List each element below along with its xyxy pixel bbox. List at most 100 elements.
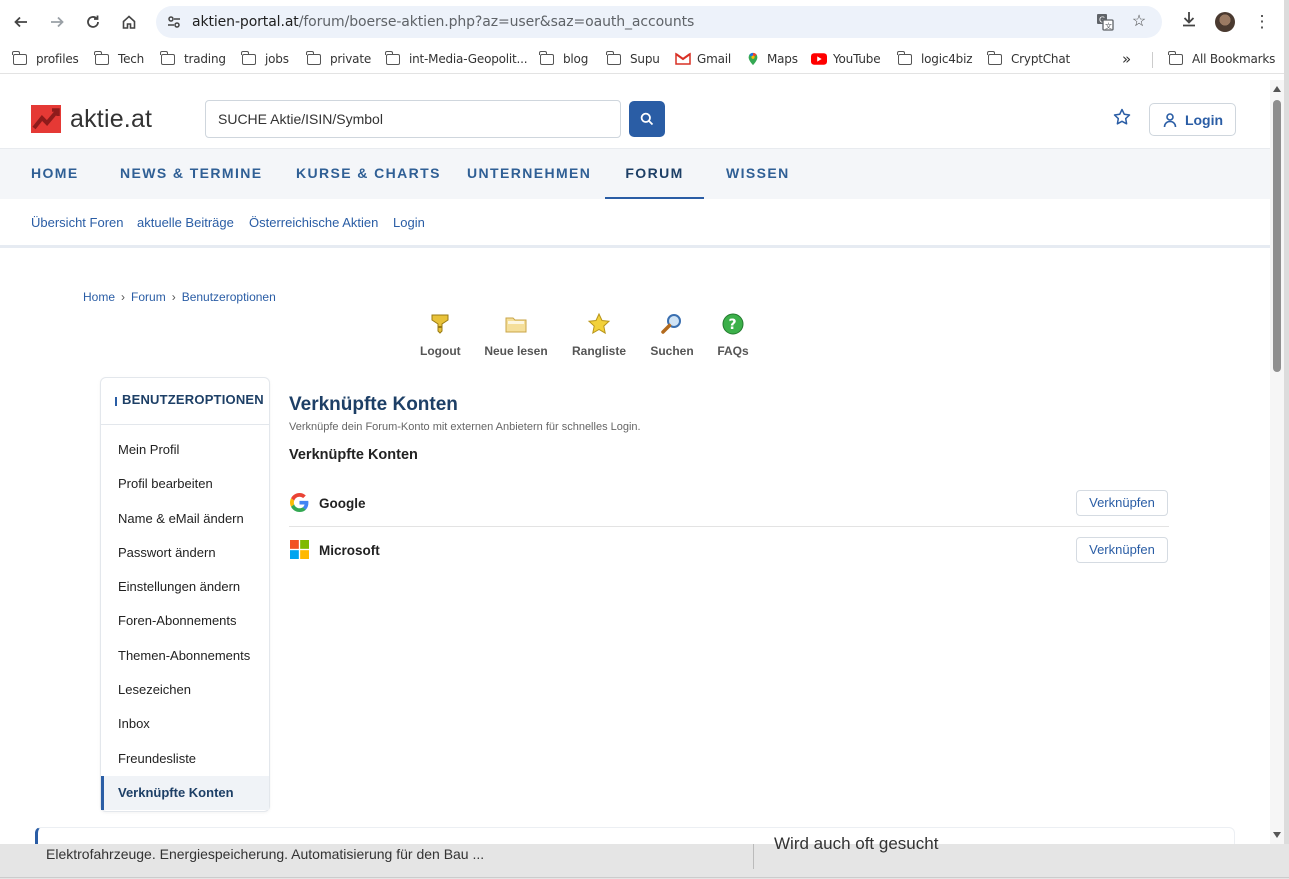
faqs-tool[interactable]: ? FAQs bbox=[716, 312, 750, 358]
login-button[interactable]: Login bbox=[1149, 103, 1236, 136]
profile-avatar[interactable] bbox=[1215, 12, 1235, 32]
provider-name: Google bbox=[319, 496, 366, 511]
provider-row-microsoft: Microsoft Verknüpfen bbox=[289, 527, 1169, 574]
breadcrumb-home[interactable]: Home bbox=[83, 290, 115, 304]
bookmarks-overflow-icon[interactable]: » bbox=[1122, 50, 1131, 68]
menu-item-verknuepfte-konten[interactable]: Verknüpfte Konten bbox=[101, 775, 269, 811]
menu-item-foren-abonnements[interactable]: Foren-Abonnements bbox=[101, 604, 269, 638]
nav-home[interactable]: HOME bbox=[31, 149, 79, 200]
neue-lesen-tool[interactable]: Neue lesen bbox=[484, 312, 548, 358]
logout-tool[interactable]: Logout bbox=[420, 312, 461, 358]
bookmark-cryptchat[interactable]: CryptChat bbox=[987, 50, 1070, 68]
all-bookmarks-label: All Bookmarks bbox=[1192, 52, 1276, 66]
folder-icon bbox=[385, 50, 400, 65]
divider bbox=[753, 844, 754, 869]
subnav-oesterreichische-aktien[interactable]: Österreichische Aktien bbox=[249, 215, 378, 230]
breadcrumb-benutzeroptionen[interactable]: Benutzeroptionen bbox=[182, 290, 276, 304]
bookmark-int-media[interactable]: int-Media-Geopolit... bbox=[385, 50, 528, 68]
user-options-menu: BENUTZEROPTIONEN Mein Profil Profil bear… bbox=[100, 377, 270, 812]
bookmark-private[interactable]: private bbox=[306, 50, 371, 68]
menu-kebab-icon[interactable]: ⋮ bbox=[1250, 10, 1274, 34]
divider bbox=[0, 877, 1289, 878]
magnifier-icon bbox=[661, 314, 681, 334]
folder-icon bbox=[160, 50, 175, 65]
nav-forum[interactable]: FORUM bbox=[605, 149, 704, 200]
svg-text:文: 文 bbox=[1105, 22, 1112, 31]
menu-list: Mein Profil Profil bearbeiten Name & eMa… bbox=[101, 425, 269, 811]
menu-item-themen-abonnements[interactable]: Themen-Abonnements bbox=[101, 639, 269, 673]
divider bbox=[1152, 52, 1153, 68]
nav-wissen[interactable]: WISSEN bbox=[726, 149, 790, 200]
bookmark-trading[interactable]: trading bbox=[160, 50, 226, 68]
bookmark-gmail[interactable]: Gmail bbox=[675, 50, 731, 68]
suchen-tool[interactable]: Suchen bbox=[650, 312, 694, 358]
user-icon bbox=[1163, 112, 1177, 127]
menu-item-inbox[interactable]: Inbox bbox=[101, 707, 269, 741]
link-google-button[interactable]: Verknüpfen bbox=[1076, 490, 1168, 516]
folder-icon bbox=[606, 50, 621, 65]
bottom-card bbox=[35, 827, 1235, 844]
home-icon[interactable] bbox=[117, 10, 141, 34]
menu-item-profil-bearbeiten[interactable]: Profil bearbeiten bbox=[101, 467, 269, 501]
folder-icon bbox=[897, 50, 912, 65]
nav-news-termine[interactable]: NEWS & TERMINE bbox=[120, 149, 263, 200]
back-icon[interactable] bbox=[9, 10, 33, 34]
provider-row-google: Google Verknüpfen bbox=[289, 480, 1169, 527]
bookmark-star-icon[interactable]: ☆ bbox=[1130, 13, 1148, 31]
favorites-star-icon[interactable] bbox=[1111, 108, 1133, 130]
bookmark-youtube[interactable]: YouTube bbox=[811, 50, 881, 68]
bookmark-profiles[interactable]: profiles bbox=[12, 50, 79, 68]
search-input[interactable] bbox=[218, 111, 598, 127]
key-icon bbox=[431, 314, 449, 334]
bookmark-label: trading bbox=[184, 52, 226, 66]
menu-item-freundesliste[interactable]: Freundesliste bbox=[101, 742, 269, 776]
menu-item-name-email[interactable]: Name & eMail ändern bbox=[101, 502, 269, 536]
subnav-uebersicht-foren[interactable]: Übersicht Foren bbox=[31, 215, 123, 230]
forward-icon[interactable] bbox=[45, 10, 69, 34]
bookmark-label: Gmail bbox=[697, 52, 732, 66]
all-bookmarks[interactable]: All Bookmarks bbox=[1168, 50, 1276, 68]
nav-unternehmen[interactable]: UNTERNEHMEN bbox=[467, 149, 591, 200]
bookmark-supu[interactable]: Supu bbox=[606, 50, 660, 68]
breadcrumb-separator: › bbox=[171, 290, 176, 304]
download-icon[interactable] bbox=[1177, 10, 1201, 34]
site-logo[interactable]: aktie.at bbox=[31, 104, 152, 134]
breadcrumb-forum[interactable]: Forum bbox=[131, 290, 166, 304]
rangliste-tool[interactable]: Rangliste bbox=[572, 312, 626, 358]
scroll-up-icon[interactable] bbox=[1273, 86, 1281, 92]
bookmarks-bar: profiles Tech trading jobs private int-M… bbox=[0, 44, 1284, 74]
bookmark-label: Tech bbox=[118, 52, 145, 66]
page-scrollbar[interactable] bbox=[1270, 80, 1284, 844]
address-bar[interactable]: aktien-portal.at/forum/boerse-aktien.php… bbox=[156, 6, 1162, 38]
menu-item-einstellungen[interactable]: Einstellungen ändern bbox=[101, 570, 269, 604]
search-button[interactable] bbox=[629, 101, 665, 137]
bookmark-blog[interactable]: blog bbox=[539, 50, 588, 68]
folder-icon bbox=[1168, 50, 1183, 65]
scrollbar-thumb[interactable] bbox=[1273, 100, 1281, 372]
bookmark-label: YouTube bbox=[833, 52, 881, 66]
link-microsoft-button[interactable]: Verknüpfen bbox=[1076, 537, 1168, 563]
reload-icon[interactable] bbox=[81, 10, 105, 34]
bookmark-tech[interactable]: Tech bbox=[94, 50, 145, 68]
nav-kurse-charts[interactable]: KURSE & CHARTS bbox=[296, 149, 441, 200]
menu-item-passwort[interactable]: Passwort ändern bbox=[101, 536, 269, 570]
subnav-aktuelle-beitraege[interactable]: aktuelle Beiträge bbox=[137, 215, 234, 230]
scroll-down-icon[interactable] bbox=[1273, 832, 1281, 838]
menu-item-lesezeichen[interactable]: Lesezeichen bbox=[101, 673, 269, 707]
bookmark-jobs[interactable]: jobs bbox=[241, 50, 289, 68]
browser-window: aktien-portal.at/forum/boerse-aktien.php… bbox=[0, 0, 1284, 844]
page-subtitle: Verknüpfe dein Forum-Konto mit externen … bbox=[289, 421, 641, 433]
folder-icon bbox=[539, 50, 554, 65]
logo-text: aktie.at bbox=[70, 104, 153, 133]
site-settings-icon[interactable] bbox=[166, 14, 182, 30]
menu-item-mein-profil[interactable]: Mein Profil bbox=[101, 433, 269, 467]
subnav-login[interactable]: Login bbox=[393, 215, 425, 230]
main-navigation: HOME NEWS & TERMINE KURSE & CHARTS UNTER… bbox=[0, 148, 1270, 200]
provider-list: Google Verknüpfen Microsoft Verknüpfen bbox=[289, 480, 1169, 574]
bookmark-label: Maps bbox=[767, 52, 798, 66]
bookmark-logic4biz[interactable]: logic4biz bbox=[897, 50, 973, 68]
translate-icon[interactable]: G文 bbox=[1096, 13, 1114, 31]
breadcrumb-separator: › bbox=[121, 290, 126, 304]
bookmark-maps[interactable]: Maps bbox=[745, 50, 798, 68]
tool-label: Suchen bbox=[650, 344, 694, 358]
